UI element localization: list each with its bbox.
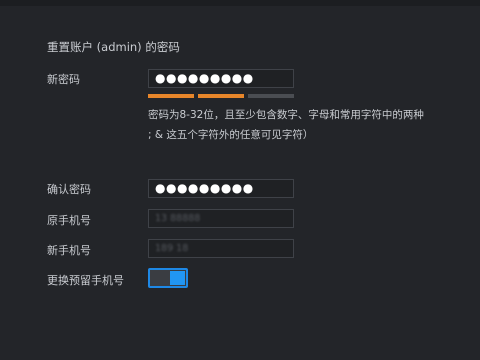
strength-segment [248, 94, 294, 98]
change-phone-toggle[interactable] [148, 268, 188, 288]
new-phone-label: 新手机号 [47, 244, 91, 257]
password-hint-line1: 密码为8-32位，且至少包含数字、字母和常用字符中的两种 [148, 109, 424, 121]
change-phone-label: 更换预留手机号 [47, 274, 124, 287]
old-phone-value: 13 88888 [155, 213, 201, 224]
password-hint-line2: ; & 这五个字符外的任意可见字符） [148, 129, 314, 141]
confirm-password-label: 确认密码 [47, 183, 91, 196]
password-strength-meter [148, 94, 294, 98]
new-password-label: 新密码 [47, 73, 80, 86]
strength-segment [148, 94, 194, 98]
old-phone-field: 13 88888 [148, 209, 294, 228]
new-phone-value: 189 18 [155, 243, 189, 254]
password-hint: 密码为8-32位，且至少包含数字、字母和常用字符中的两种 ; & 这五个字符外的… [148, 105, 466, 145]
confirm-password-field[interactable]: ●●●●●●●●● [148, 179, 294, 198]
old-phone-label: 原手机号 [47, 214, 91, 227]
toggle-knob [170, 271, 185, 285]
new-password-value: ●●●●●●●●● [155, 71, 254, 85]
top-bar [0, 0, 480, 6]
new-password-field[interactable]: ●●●●●●●●● [148, 69, 294, 88]
strength-segment [198, 94, 244, 98]
page-title: 重置账户 (admin) 的密码 [47, 40, 180, 54]
new-phone-field[interactable]: 189 18 [148, 239, 294, 258]
confirm-password-value: ●●●●●●●●● [155, 181, 254, 195]
